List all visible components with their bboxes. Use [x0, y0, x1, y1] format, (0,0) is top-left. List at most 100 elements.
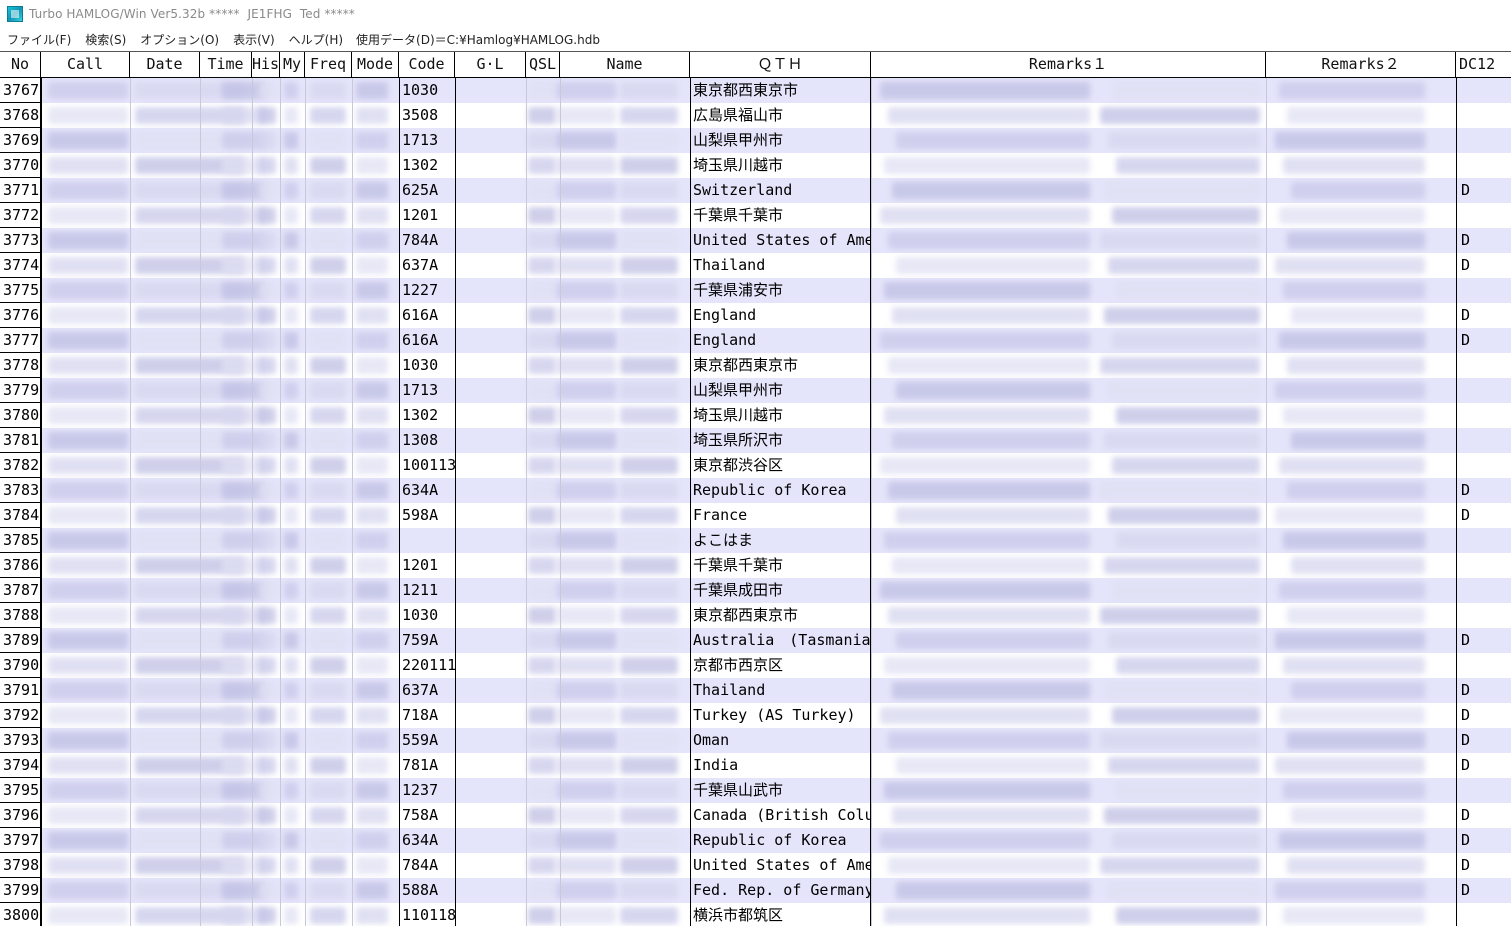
qth-cell[interactable]: Fed. Rep. of Germany	[690, 878, 871, 903]
dc12-cell[interactable]	[1456, 553, 1511, 578]
table-row[interactable]: 3769 1713 山梨県甲州市	[0, 128, 1511, 153]
qth-cell[interactable]: England	[690, 303, 871, 328]
table-row[interactable]: 3776 616A England D	[0, 303, 1511, 328]
header-dc12[interactable]: DC12	[1456, 52, 1511, 77]
header-date[interactable]: Date	[130, 52, 200, 77]
row-number[interactable]: 3779	[0, 378, 41, 403]
dc12-cell[interactable]	[1456, 778, 1511, 803]
qth-cell[interactable]: United States of Ameri	[690, 853, 871, 878]
code-cell[interactable]: 588A	[399, 878, 455, 903]
header-call[interactable]: Call	[41, 52, 130, 77]
dc12-cell[interactable]: D	[1456, 478, 1511, 503]
row-number[interactable]: 3790	[0, 653, 41, 678]
header-mode[interactable]: Mode	[352, 52, 399, 77]
dc12-cell[interactable]: D	[1456, 803, 1511, 828]
header-freq[interactable]: Freq	[305, 52, 352, 77]
qth-cell[interactable]: 京都市西京区	[690, 653, 871, 678]
code-cell[interactable]: 758A	[399, 803, 455, 828]
dc12-cell[interactable]	[1456, 453, 1511, 478]
dc12-cell[interactable]: D	[1456, 703, 1511, 728]
menu-options[interactable]: オプション(O)	[133, 31, 226, 48]
row-number[interactable]: 3781	[0, 428, 41, 453]
row-number[interactable]: 3769	[0, 128, 41, 153]
table-row[interactable]: 3796 758A Canada (British Columb D	[0, 803, 1511, 828]
code-cell[interactable]: 1030	[399, 603, 455, 628]
menu-data-file[interactable]: 使用データ(D)＝C:¥Hamlog¥HAMLOG.hdb	[350, 31, 600, 48]
table-row[interactable]: 3798 784A United States of Ameri D	[0, 853, 1511, 878]
row-number[interactable]: 3796	[0, 803, 41, 828]
table-row[interactable]: 3772 1201 千葉県千葉市	[0, 203, 1511, 228]
table-row[interactable]: 3774 637A Thailand D	[0, 253, 1511, 278]
row-number[interactable]: 3798	[0, 853, 41, 878]
code-cell[interactable]: 781A	[399, 753, 455, 778]
menu-search[interactable]: 検索(S)	[78, 31, 133, 48]
header-qsl[interactable]: QSL	[526, 52, 560, 77]
table-row[interactable]: 3780 1302 埼玉県川越市	[0, 403, 1511, 428]
dc12-cell[interactable]: D	[1456, 253, 1511, 278]
header-code[interactable]: Code	[399, 52, 455, 77]
header-remarks2[interactable]: Remarks２	[1266, 52, 1456, 77]
qth-cell[interactable]: 千葉県成田市	[690, 578, 871, 603]
qth-cell[interactable]: Republic of Korea	[690, 828, 871, 853]
qth-cell[interactable]: England	[690, 328, 871, 353]
code-cell[interactable]: 1302	[399, 153, 455, 178]
qth-cell[interactable]: Canada (British Columb	[690, 803, 871, 828]
table-row[interactable]: 3786 1201 千葉県千葉市	[0, 553, 1511, 578]
dc12-cell[interactable]	[1456, 103, 1511, 128]
row-number[interactable]: 3786	[0, 553, 41, 578]
table-row[interactable]: 3794 781A India D	[0, 753, 1511, 778]
code-cell[interactable]: 784A	[399, 228, 455, 253]
code-cell[interactable]: 1302	[399, 403, 455, 428]
dc12-cell[interactable]: D	[1456, 303, 1511, 328]
dc12-cell[interactable]: D	[1456, 878, 1511, 903]
table-row[interactable]: 3797 634A Republic of Korea D	[0, 828, 1511, 853]
row-number[interactable]: 3799	[0, 878, 41, 903]
header-name[interactable]: Name	[560, 52, 690, 77]
row-number[interactable]: 3772	[0, 203, 41, 228]
qth-cell[interactable]: 千葉県千葉市	[690, 203, 871, 228]
row-number[interactable]: 3789	[0, 628, 41, 653]
row-number[interactable]: 3768	[0, 103, 41, 128]
dc12-cell[interactable]	[1456, 278, 1511, 303]
dc12-cell[interactable]: D	[1456, 753, 1511, 778]
table-row[interactable]: 3793 559A Oman D	[0, 728, 1511, 753]
dc12-cell[interactable]	[1456, 78, 1511, 103]
dc12-cell[interactable]: D	[1456, 228, 1511, 253]
qth-cell[interactable]: 山梨県甲州市	[690, 128, 871, 153]
code-cell[interactable]: 3508	[399, 103, 455, 128]
row-number[interactable]: 3794	[0, 753, 41, 778]
row-number[interactable]: 3800	[0, 903, 41, 926]
code-cell[interactable]: 625A	[399, 178, 455, 203]
menu-help[interactable]: ヘルプ(H)	[282, 31, 350, 48]
code-cell[interactable]: 598A	[399, 503, 455, 528]
qth-cell[interactable]: Australia (Tasmania	[690, 628, 871, 653]
row-number[interactable]: 3778	[0, 353, 41, 378]
header-remarks1[interactable]: Remarks１	[871, 52, 1266, 77]
row-number[interactable]: 3788	[0, 603, 41, 628]
row-number[interactable]: 3770	[0, 153, 41, 178]
dc12-cell[interactable]	[1456, 153, 1511, 178]
table-row[interactable]: 3767 1030 東京都西東京市	[0, 78, 1511, 103]
code-cell[interactable]: 1713	[399, 378, 455, 403]
code-cell[interactable]	[399, 528, 455, 553]
table-row[interactable]: 3773 784A United States of Ameri D	[0, 228, 1511, 253]
row-number[interactable]: 3784	[0, 503, 41, 528]
table-row[interactable]: 3783 634A Republic of Korea D	[0, 478, 1511, 503]
row-number[interactable]: 3780	[0, 403, 41, 428]
table-row[interactable]: 3784 598A France D	[0, 503, 1511, 528]
qth-cell[interactable]: 東京都西東京市	[690, 603, 871, 628]
dc12-cell[interactable]	[1456, 653, 1511, 678]
row-number[interactable]: 3776	[0, 303, 41, 328]
code-cell[interactable]: 1237	[399, 778, 455, 803]
code-cell[interactable]: 634A	[399, 828, 455, 853]
qth-cell[interactable]: Thailand	[690, 678, 871, 703]
qth-cell[interactable]: 横浜市都筑区	[690, 903, 871, 926]
header-his[interactable]: His	[252, 52, 280, 77]
menu-file[interactable]: ファイル(F)	[0, 31, 78, 48]
dc12-cell[interactable]	[1456, 528, 1511, 553]
code-cell[interactable]: 616A	[399, 328, 455, 353]
header-qth[interactable]: ＱＴＨ	[690, 52, 871, 77]
dc12-cell[interactable]: D	[1456, 828, 1511, 853]
code-cell[interactable]: 1308	[399, 428, 455, 453]
row-number[interactable]: 3775	[0, 278, 41, 303]
